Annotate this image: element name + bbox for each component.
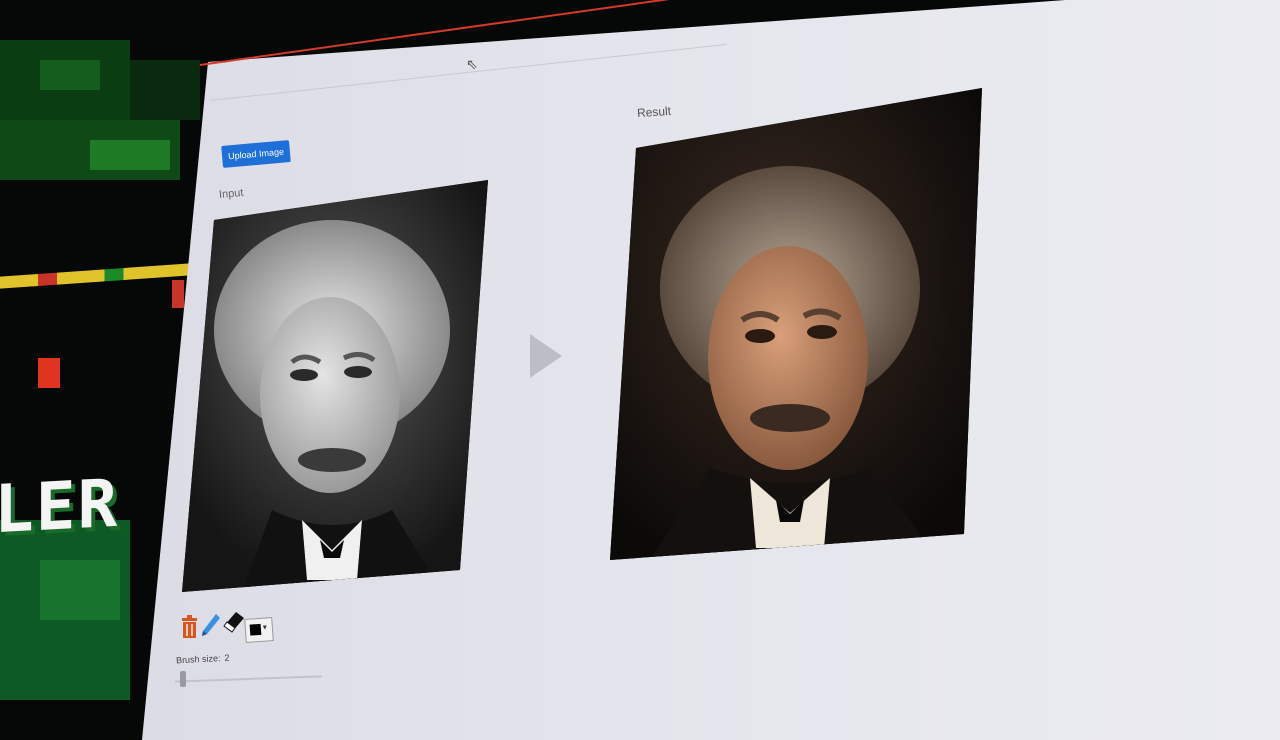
chevron-down-icon: ▾ [262, 622, 268, 632]
brush-size-slider-thumb[interactable] [180, 671, 186, 687]
pencil-icon[interactable] [200, 612, 222, 640]
brush-size-value: 2 [224, 652, 230, 663]
color-picker[interactable]: ▾ [244, 617, 274, 643]
result-image [610, 88, 982, 560]
play-arrow-icon [530, 334, 562, 378]
trash-icon[interactable] [180, 614, 200, 640]
result-portrait-image [610, 88, 982, 560]
mouse-cursor-icon: ⇖ [466, 56, 478, 72]
eraser-icon[interactable] [222, 610, 246, 634]
result-label: Result [636, 103, 672, 121]
selected-color-swatch [249, 623, 262, 636]
input-portrait-image [182, 180, 488, 592]
input-image-canvas[interactable] [182, 180, 488, 592]
input-label: Input [218, 186, 244, 202]
background-display-text: LER [0, 464, 120, 549]
